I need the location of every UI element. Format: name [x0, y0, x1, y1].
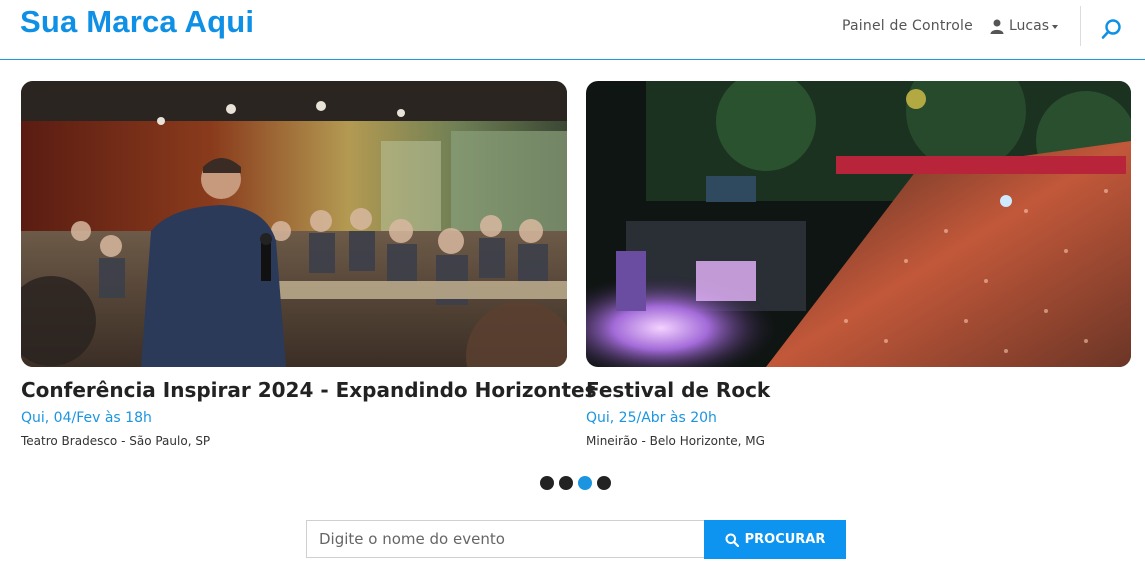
carousel-dot-active[interactable] — [578, 476, 592, 490]
search-button-label: PROCURAR — [744, 532, 826, 547]
event-title[interactable]: Festival de Rock — [586, 378, 1131, 402]
nav-divider — [1080, 6, 1081, 46]
event-card[interactable]: Conferência Inspirar 2024 - Expandindo H… — [21, 81, 596, 448]
rock-festival-crowd-photo[interactable] — [586, 81, 1131, 367]
carousel-pagination — [540, 476, 611, 490]
event-search-input[interactable] — [306, 520, 704, 558]
top-navbar: Sua Marca Aqui Painel de Controle Lucas — [0, 0, 1145, 60]
event-search-form: PROCURAR — [306, 520, 846, 559]
carousel-dot[interactable] — [559, 476, 573, 490]
carousel-dot[interactable] — [597, 476, 611, 490]
caret-down-icon — [1052, 25, 1058, 29]
event-title[interactable]: Conferência Inspirar 2024 - Expandindo H… — [21, 378, 596, 402]
user-icon — [990, 19, 1004, 34]
event-card[interactable]: Festival de Rock Qui, 25/Abr às 20h Mine… — [586, 81, 1131, 448]
event-venue: Mineirão - Belo Horizonte, MG — [586, 434, 765, 448]
event-venue: Teatro Bradesco - São Paulo, SP — [21, 434, 211, 448]
brand-logo-link[interactable]: Sua Marca Aqui — [20, 4, 254, 40]
search-icon[interactable] — [1100, 17, 1124, 41]
dashboard-link[interactable]: Painel de Controle — [842, 18, 973, 34]
user-menu-dropdown[interactable]: Lucas — [990, 18, 1058, 34]
user-name: Lucas — [1009, 18, 1049, 34]
search-button[interactable]: PROCURAR — [704, 520, 846, 559]
carousel-dot[interactable] — [540, 476, 554, 490]
conference-speaker-photo[interactable] — [21, 81, 567, 367]
event-date: Qui, 25/Abr às 20h — [586, 410, 717, 426]
event-date: Qui, 04/Fev às 18h — [21, 410, 152, 426]
search-icon — [725, 533, 739, 547]
